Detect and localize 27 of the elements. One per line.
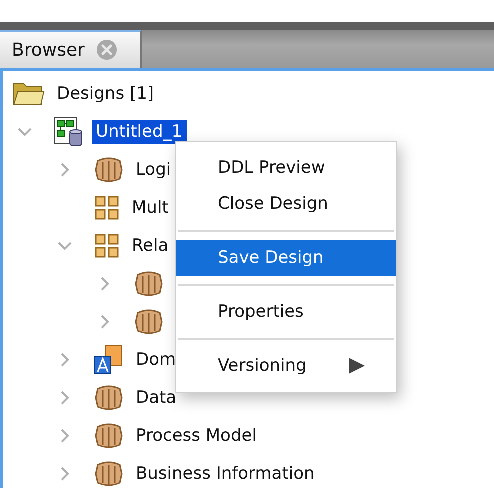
tree-item[interactable]: Rela <box>128 234 173 258</box>
barrel-icon <box>134 308 164 336</box>
menu-item[interactable]: Save Design <box>176 240 396 276</box>
barrel-icon <box>134 270 164 298</box>
menu-item[interactable]: DDL Preview <box>176 150 396 186</box>
menu-item[interactable]: Versioning <box>176 348 396 384</box>
grid-icon <box>94 233 120 259</box>
diagram-database-icon <box>54 117 84 147</box>
browser-tab[interactable]: Browser <box>0 30 142 68</box>
tree-item[interactable]: Untitled_1 <box>92 120 187 144</box>
tree-item[interactable]: Logi <box>132 158 176 182</box>
tree-item[interactable]: Mult <box>128 196 173 220</box>
barrel-icon <box>94 156 124 184</box>
grid-icon <box>94 195 120 221</box>
menu-item[interactable]: Close Design <box>176 186 396 222</box>
menu-item[interactable]: Properties <box>176 294 396 330</box>
tree-item[interactable]: Process Model <box>132 424 261 448</box>
tree-item[interactable]: Business Information <box>132 462 319 486</box>
tree-item[interactable]: Data <box>132 386 181 410</box>
folder-icon <box>13 81 45 107</box>
barrel-icon <box>94 384 124 412</box>
tab-label: Browser <box>12 40 85 60</box>
barrel-icon <box>94 422 124 450</box>
close-icon[interactable] <box>96 40 117 60</box>
barrel-icon <box>94 460 124 488</box>
domain-icon <box>94 345 124 375</box>
tree-item[interactable]: Designs [1] <box>53 82 158 106</box>
